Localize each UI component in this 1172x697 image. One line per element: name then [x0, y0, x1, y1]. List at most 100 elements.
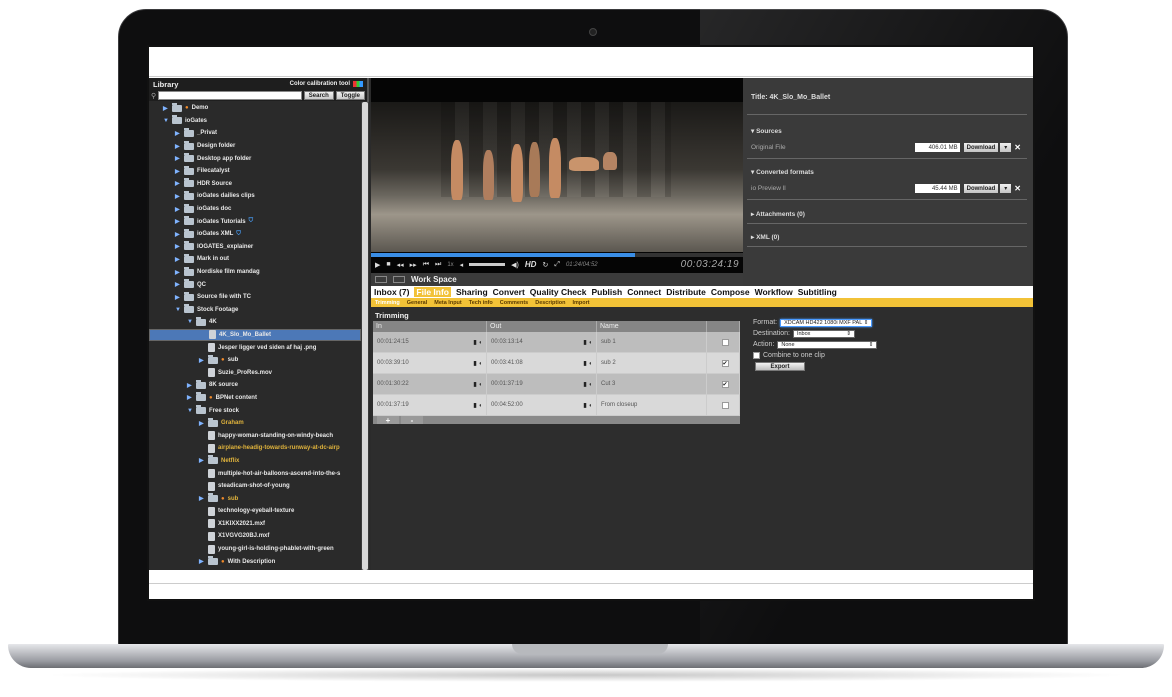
- tree-folder[interactable]: ▶ Filecatalyst: [149, 165, 361, 178]
- tree-folder[interactable]: ▶ 8K source: [149, 379, 361, 392]
- chevron-down-icon[interactable]: ▾: [1000, 184, 1012, 193]
- expand-right-icon[interactable]: ▶: [187, 394, 193, 401]
- tree-file[interactable]: happy-woman-standing-on-windy-beach: [149, 429, 361, 442]
- play-icon[interactable]: ▶: [375, 261, 380, 269]
- mark-in-icon[interactable]: ▮ ◖: [473, 402, 486, 409]
- expand-right-icon[interactable]: ▶: [175, 130, 181, 137]
- attachments-section[interactable]: ▸ Attachments (0): [751, 210, 805, 218]
- tab-file-info[interactable]: File Info: [414, 287, 452, 297]
- tree-folder[interactable]: ▶ ● With Description: [149, 555, 361, 568]
- subtab-general[interactable]: General: [407, 300, 427, 306]
- tree-folder[interactable]: ▼ Stock Footage: [149, 304, 361, 317]
- row-checkbox[interactable]: [721, 338, 729, 346]
- frame-forward-icon[interactable]: ⏭: [435, 261, 441, 269]
- color-calibration-tool[interactable]: Color calibration tool: [290, 81, 363, 87]
- close-icon[interactable]: ✕: [1014, 184, 1021, 193]
- expand-right-icon[interactable]: ▶: [199, 558, 205, 565]
- tree-file[interactable]: Jesper ligger ved siden af haj .png: [149, 341, 361, 354]
- expand-right-icon[interactable]: ▶: [175, 294, 181, 301]
- expand-right-icon[interactable]: ▶: [175, 243, 181, 250]
- table-row[interactable]: 00:01:37:19 ▮ ◖ 00:04:52:00 ▮ ◖ From closeup: [373, 395, 740, 416]
- tree-file[interactable]: young-girl-is-holding-phablet-with-green: [149, 543, 361, 556]
- expand-down-icon[interactable]: ▼: [175, 307, 181, 313]
- expand-right-icon[interactable]: ▶: [175, 193, 181, 200]
- tab-subtitling[interactable]: Subtitling: [798, 287, 837, 297]
- tree-folder[interactable]: ▼ ioGates: [149, 115, 361, 128]
- search-button[interactable]: Search: [303, 91, 334, 100]
- expand-right-icon[interactable]: ▶: [163, 105, 169, 112]
- step-forward-icon[interactable]: ▸▸: [410, 261, 417, 269]
- tab-quality-check[interactable]: Quality Check: [530, 287, 587, 297]
- subtab-comments[interactable]: Comments: [500, 300, 528, 306]
- tree-folder[interactable]: ▶ ● sub: [149, 354, 361, 367]
- expand-right-icon[interactable]: ▶: [175, 206, 181, 213]
- tree-folder[interactable]: ▶ ioGates Tutorials ⛉: [149, 215, 361, 228]
- loop-icon[interactable]: ↻: [542, 261, 548, 269]
- add-row-button[interactable]: +: [377, 416, 399, 425]
- tree-folder[interactable]: ▼ Free stock: [149, 404, 361, 417]
- tree-file[interactable]: X1KIXX2021.mxf: [149, 518, 361, 531]
- tree-file[interactable]: airplane-headig-towards-runway-at-dc-air…: [149, 442, 361, 455]
- tree-file[interactable]: steadicam-shot-of-young: [149, 480, 361, 493]
- expand-right-icon[interactable]: ▶: [175, 218, 181, 225]
- expand-down-icon[interactable]: ▼: [187, 408, 193, 414]
- mark-in-icon[interactable]: ▮ ◖: [473, 360, 486, 367]
- tab-convert[interactable]: Convert: [493, 287, 525, 297]
- mark-in-icon[interactable]: ▮ ◖: [473, 339, 486, 346]
- tree-folder[interactable]: ▶ ioGates doc: [149, 203, 361, 216]
- tree-folder[interactable]: ▶ ● Demo: [149, 102, 361, 115]
- destination-select[interactable]: Inbox ⇕: [792, 329, 855, 338]
- tree-folder[interactable]: ▶ ● BPNet content: [149, 392, 361, 405]
- converted-formats-section[interactable]: ▾ Converted formats: [751, 168, 814, 176]
- row-checkbox[interactable]: ✔: [721, 380, 729, 388]
- out-cell[interactable]: 00:01:37:19 ▮ ◖: [487, 374, 597, 394]
- tree-folder[interactable]: ▶ IOGATES_explainer: [149, 241, 361, 254]
- volume-slider[interactable]: [469, 263, 506, 266]
- table-row[interactable]: 00:01:30:22 ▮ ◖ 00:01:37:19 ▮ ◖ Cut 3 ✔: [373, 374, 740, 395]
- subtab-import[interactable]: Import: [572, 300, 589, 306]
- speed-label[interactable]: 1x: [447, 262, 453, 268]
- tree-folder[interactable]: ▶ Desktop app folder: [149, 152, 361, 165]
- in-cell[interactable]: 00:01:30:22 ▮ ◖: [373, 374, 487, 394]
- expand-down-icon[interactable]: ▼: [187, 319, 193, 325]
- subtab-meta-input[interactable]: Meta Input: [434, 300, 462, 306]
- tree-folder[interactable]: ▶ Graham: [149, 417, 361, 430]
- download-button[interactable]: Download: [963, 143, 999, 152]
- expand-right-icon[interactable]: ▶: [175, 143, 181, 150]
- download-button[interactable]: Download: [963, 184, 999, 193]
- expand-right-icon[interactable]: ▶: [175, 269, 181, 276]
- tree-folder[interactable]: ▶ HDR Source: [149, 178, 361, 191]
- tree-folder[interactable]: ▶ Mark in out: [149, 253, 361, 266]
- out-cell[interactable]: 00:04:52:00 ▮ ◖: [487, 395, 597, 415]
- tree-folder[interactable]: ▶ Source file with TC: [149, 291, 361, 304]
- expand-right-icon[interactable]: ▶: [175, 180, 181, 187]
- tree-file[interactable]: Suzie_ProRes.mov: [149, 366, 361, 379]
- search-input[interactable]: [158, 91, 302, 100]
- library-scrollbar[interactable]: [361, 102, 369, 570]
- subtab-trimming[interactable]: Trimming: [375, 300, 400, 306]
- fullscreen-icon[interactable]: ⤢: [554, 261, 560, 269]
- combine-checkbox[interactable]: [753, 352, 760, 359]
- expand-right-icon[interactable]: ▶: [199, 495, 205, 502]
- video-player[interactable]: ▶ ■ ◂◂ ▸▸ ⏮ ⏭ 1x ◂ ◀) HD ↻ ⤢ 01:24/04:52…: [371, 78, 743, 286]
- mark-in-icon[interactable]: ▮ ◖: [473, 381, 486, 388]
- tab-distribute[interactable]: Distribute: [666, 287, 706, 297]
- scrollbar-thumb[interactable]: [362, 102, 368, 570]
- expand-right-icon[interactable]: ▶: [175, 155, 181, 162]
- tree-file[interactable]: 4K_Slo_Mo_Ballet: [149, 328, 361, 342]
- row-checkbox[interactable]: [721, 401, 729, 409]
- in-cell[interactable]: 00:01:37:19 ▮ ◖: [373, 395, 487, 415]
- remove-row-button[interactable]: -: [401, 416, 423, 425]
- tree-folder[interactable]: ▶ Design folder: [149, 140, 361, 153]
- mark-out-icon[interactable]: ▮ ◖: [583, 402, 596, 409]
- format-select[interactable]: XDCAM HD422 1080i MXF PAL ⇕: [780, 318, 873, 327]
- table-row[interactable]: 00:01:24:15 ▮ ◖ 00:03:13:14 ▮ ◖ sub 1: [373, 332, 740, 353]
- name-cell[interactable]: Cut 3: [597, 374, 707, 394]
- tree-folder[interactable]: ▶ ioGates dailies clips: [149, 190, 361, 203]
- tab-sharing[interactable]: Sharing: [456, 287, 488, 297]
- tree-folder[interactable]: ▶ QC: [149, 278, 361, 291]
- chevron-down-icon[interactable]: ▾: [1000, 143, 1012, 152]
- table-row[interactable]: 00:03:39:10 ▮ ◖ 00:03:41:08 ▮ ◖ sub 2 ✔: [373, 353, 740, 374]
- video-progress-bar[interactable]: [371, 253, 743, 257]
- toggle-button[interactable]: Toggle: [335, 91, 365, 100]
